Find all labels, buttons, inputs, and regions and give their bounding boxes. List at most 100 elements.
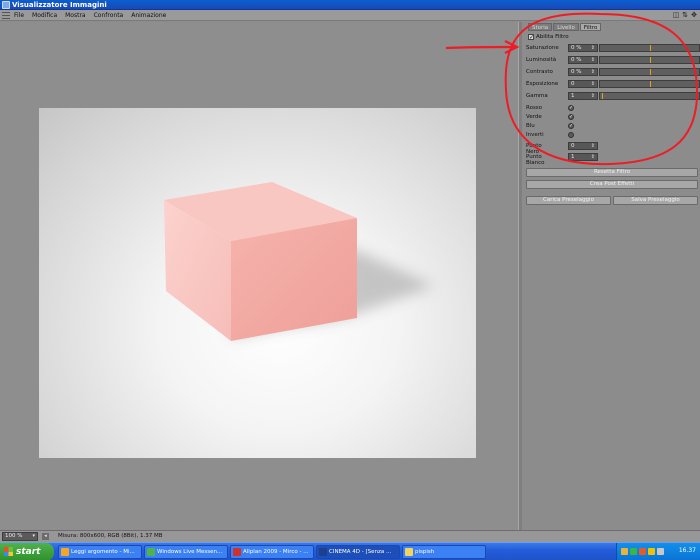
channel-green-label: Verde (526, 114, 542, 120)
contrast-label: Contrasto (526, 69, 553, 75)
exposure-value: 0 (571, 81, 575, 87)
taskbar-item[interactable]: Windows Live Messen... (144, 545, 228, 559)
app-icon (2, 1, 10, 9)
tray-icon[interactable] (621, 548, 628, 555)
slider-marker[interactable] (649, 81, 651, 87)
task-label: pispish (415, 549, 435, 555)
spin-arrows-icon[interactable]: ⇕ (591, 81, 595, 87)
menu-animazione[interactable]: Animazione (131, 12, 166, 19)
brightness-slider[interactable] (599, 56, 700, 64)
move-icon[interactable]: ✥ (690, 11, 698, 19)
image-viewport[interactable] (0, 22, 518, 530)
spin-arrows-icon[interactable]: ⇕ (591, 154, 595, 160)
taskbar: start Leggi argomento - Mi... Windows Li… (0, 542, 700, 560)
zoom-field[interactable]: 100 % ▾ (2, 532, 38, 541)
invert-row[interactable]: Inverti (526, 132, 574, 138)
invert-toggle[interactable] (568, 132, 574, 138)
menu-grip-icon[interactable] (2, 12, 10, 19)
spin-arrows-icon[interactable]: ⇕ (591, 143, 595, 149)
start-label: start (16, 547, 41, 557)
spin-arrows-icon[interactable]: ⇕ (591, 45, 595, 51)
invert-label: Inverti (526, 132, 544, 138)
tray-icon[interactable] (630, 548, 637, 555)
contrast-row: Contrasto 0 % ⇕ (526, 68, 700, 77)
saturation-label: Saturazione (526, 45, 559, 51)
menu-confronta[interactable]: Confronta (94, 12, 124, 19)
taskbar-item[interactable]: pispish (402, 545, 486, 559)
cinema4d-icon (319, 548, 327, 556)
window-title: Visualizzatore Immagini (12, 1, 107, 9)
tray-icon[interactable] (648, 548, 655, 555)
allplan-icon (233, 548, 241, 556)
exposure-field[interactable]: 0 ⇕ (568, 80, 598, 88)
menu-file[interactable]: File (14, 12, 24, 19)
saturation-slider[interactable] (599, 44, 700, 52)
slider-marker[interactable] (601, 93, 603, 99)
load-preset-button[interactable]: Carica Preselaggio (526, 196, 611, 205)
exposure-row: Esposizione 0 ⇕ (526, 80, 700, 89)
channel-green-toggle[interactable]: ✓ (568, 114, 574, 120)
reset-filter-button[interactable]: Resetta Filtro (526, 168, 698, 177)
create-post-effects-button[interactable]: Crea Post Effetti (526, 180, 698, 189)
enable-filter-label: Abilita Filtro (536, 34, 569, 40)
black-point-value: 0 (571, 143, 575, 149)
enable-filter-checkbox[interactable]: ✓ (528, 34, 534, 41)
gamma-value: 1 (571, 93, 575, 99)
layout-icon[interactable]: ◫ (672, 11, 680, 19)
slider-marker[interactable] (649, 45, 651, 51)
black-point-field[interactable]: 0 ⇕ (568, 142, 598, 150)
menu-mostra[interactable]: Mostra (65, 12, 85, 19)
slider-marker[interactable] (649, 57, 651, 63)
menu-modifica[interactable]: Modifica (32, 12, 57, 19)
zoom-value: 100 % (5, 533, 23, 539)
exposure-slider[interactable] (599, 80, 700, 88)
task-label: Windows Live Messen... (157, 549, 223, 555)
white-point-field[interactable]: 1 ⇕ (568, 153, 598, 161)
channel-red-row[interactable]: Rosso ✓ (526, 105, 574, 111)
spin-arrows-icon[interactable]: ⇕ (591, 93, 595, 99)
prev-icon[interactable]: ◂ (42, 533, 49, 540)
tray-icon[interactable] (639, 548, 646, 555)
save-preset-button[interactable]: Salva Preselaggio (613, 196, 698, 205)
saturation-field[interactable]: 0 % ⇕ (568, 44, 598, 52)
taskbar-item[interactable]: Allplan 2009 - Mirco - ... (230, 545, 314, 559)
channel-blue-toggle[interactable]: ✓ (568, 123, 574, 129)
channel-red-toggle[interactable]: ✓ (568, 105, 574, 111)
channel-blue-label: Blu (526, 123, 535, 129)
tab-storia[interactable]: Storia (528, 23, 553, 31)
image-info: Misura: 800x600, RGB (8Bit), 1.37 MB (58, 533, 163, 539)
brightness-value: 0 % (571, 57, 582, 63)
start-button[interactable]: start (0, 543, 54, 560)
white-point-value: 1 (571, 154, 575, 160)
taskbar-item[interactable]: Leggi argomento - Mi... (58, 545, 142, 559)
dropdown-arrow-icon[interactable]: ▾ (32, 533, 35, 540)
channel-red-label: Rosso (526, 105, 543, 111)
rendered-image (39, 108, 476, 458)
gamma-field[interactable]: 1 ⇕ (568, 92, 598, 100)
gamma-label: Gamma (526, 93, 548, 99)
task-label: Allplan 2009 - Mirco - ... (243, 549, 309, 555)
filter-panel: Storia Livello Filtro ✓ Abilita Filtro S… (522, 22, 700, 530)
contrast-slider[interactable] (599, 68, 700, 76)
enable-filter-row[interactable]: ✓ Abilita Filtro (528, 34, 569, 41)
channel-green-row[interactable]: Verde ✓ (526, 114, 574, 120)
windows-logo-icon (4, 547, 13, 556)
contrast-field[interactable]: 0 % ⇕ (568, 68, 598, 76)
messenger-icon (147, 548, 155, 556)
white-point-label: Punto Bianco (526, 154, 545, 166)
slider-marker[interactable] (649, 69, 651, 75)
brightness-field[interactable]: 0 % ⇕ (568, 56, 598, 64)
taskbar-item[interactable]: CINEMA 4D - [Senza ... (316, 545, 400, 559)
spin-arrows-icon[interactable]: ⇕ (591, 57, 595, 63)
tab-filtro[interactable]: Filtro (579, 23, 602, 31)
task-label: CINEMA 4D - [Senza ... (329, 549, 392, 555)
gamma-row: Gamma 1 ⇕ (526, 92, 700, 101)
scroll-icon[interactable]: ⇅ (681, 11, 689, 19)
render-scene (164, 182, 434, 341)
folder-icon (405, 548, 413, 556)
spin-arrows-icon[interactable]: ⇕ (591, 69, 595, 75)
tray-icon[interactable] (657, 548, 664, 555)
tab-livello[interactable]: Livello (553, 23, 579, 31)
gamma-slider[interactable] (599, 92, 700, 100)
channel-blue-row[interactable]: Blu ✓ (526, 123, 574, 129)
